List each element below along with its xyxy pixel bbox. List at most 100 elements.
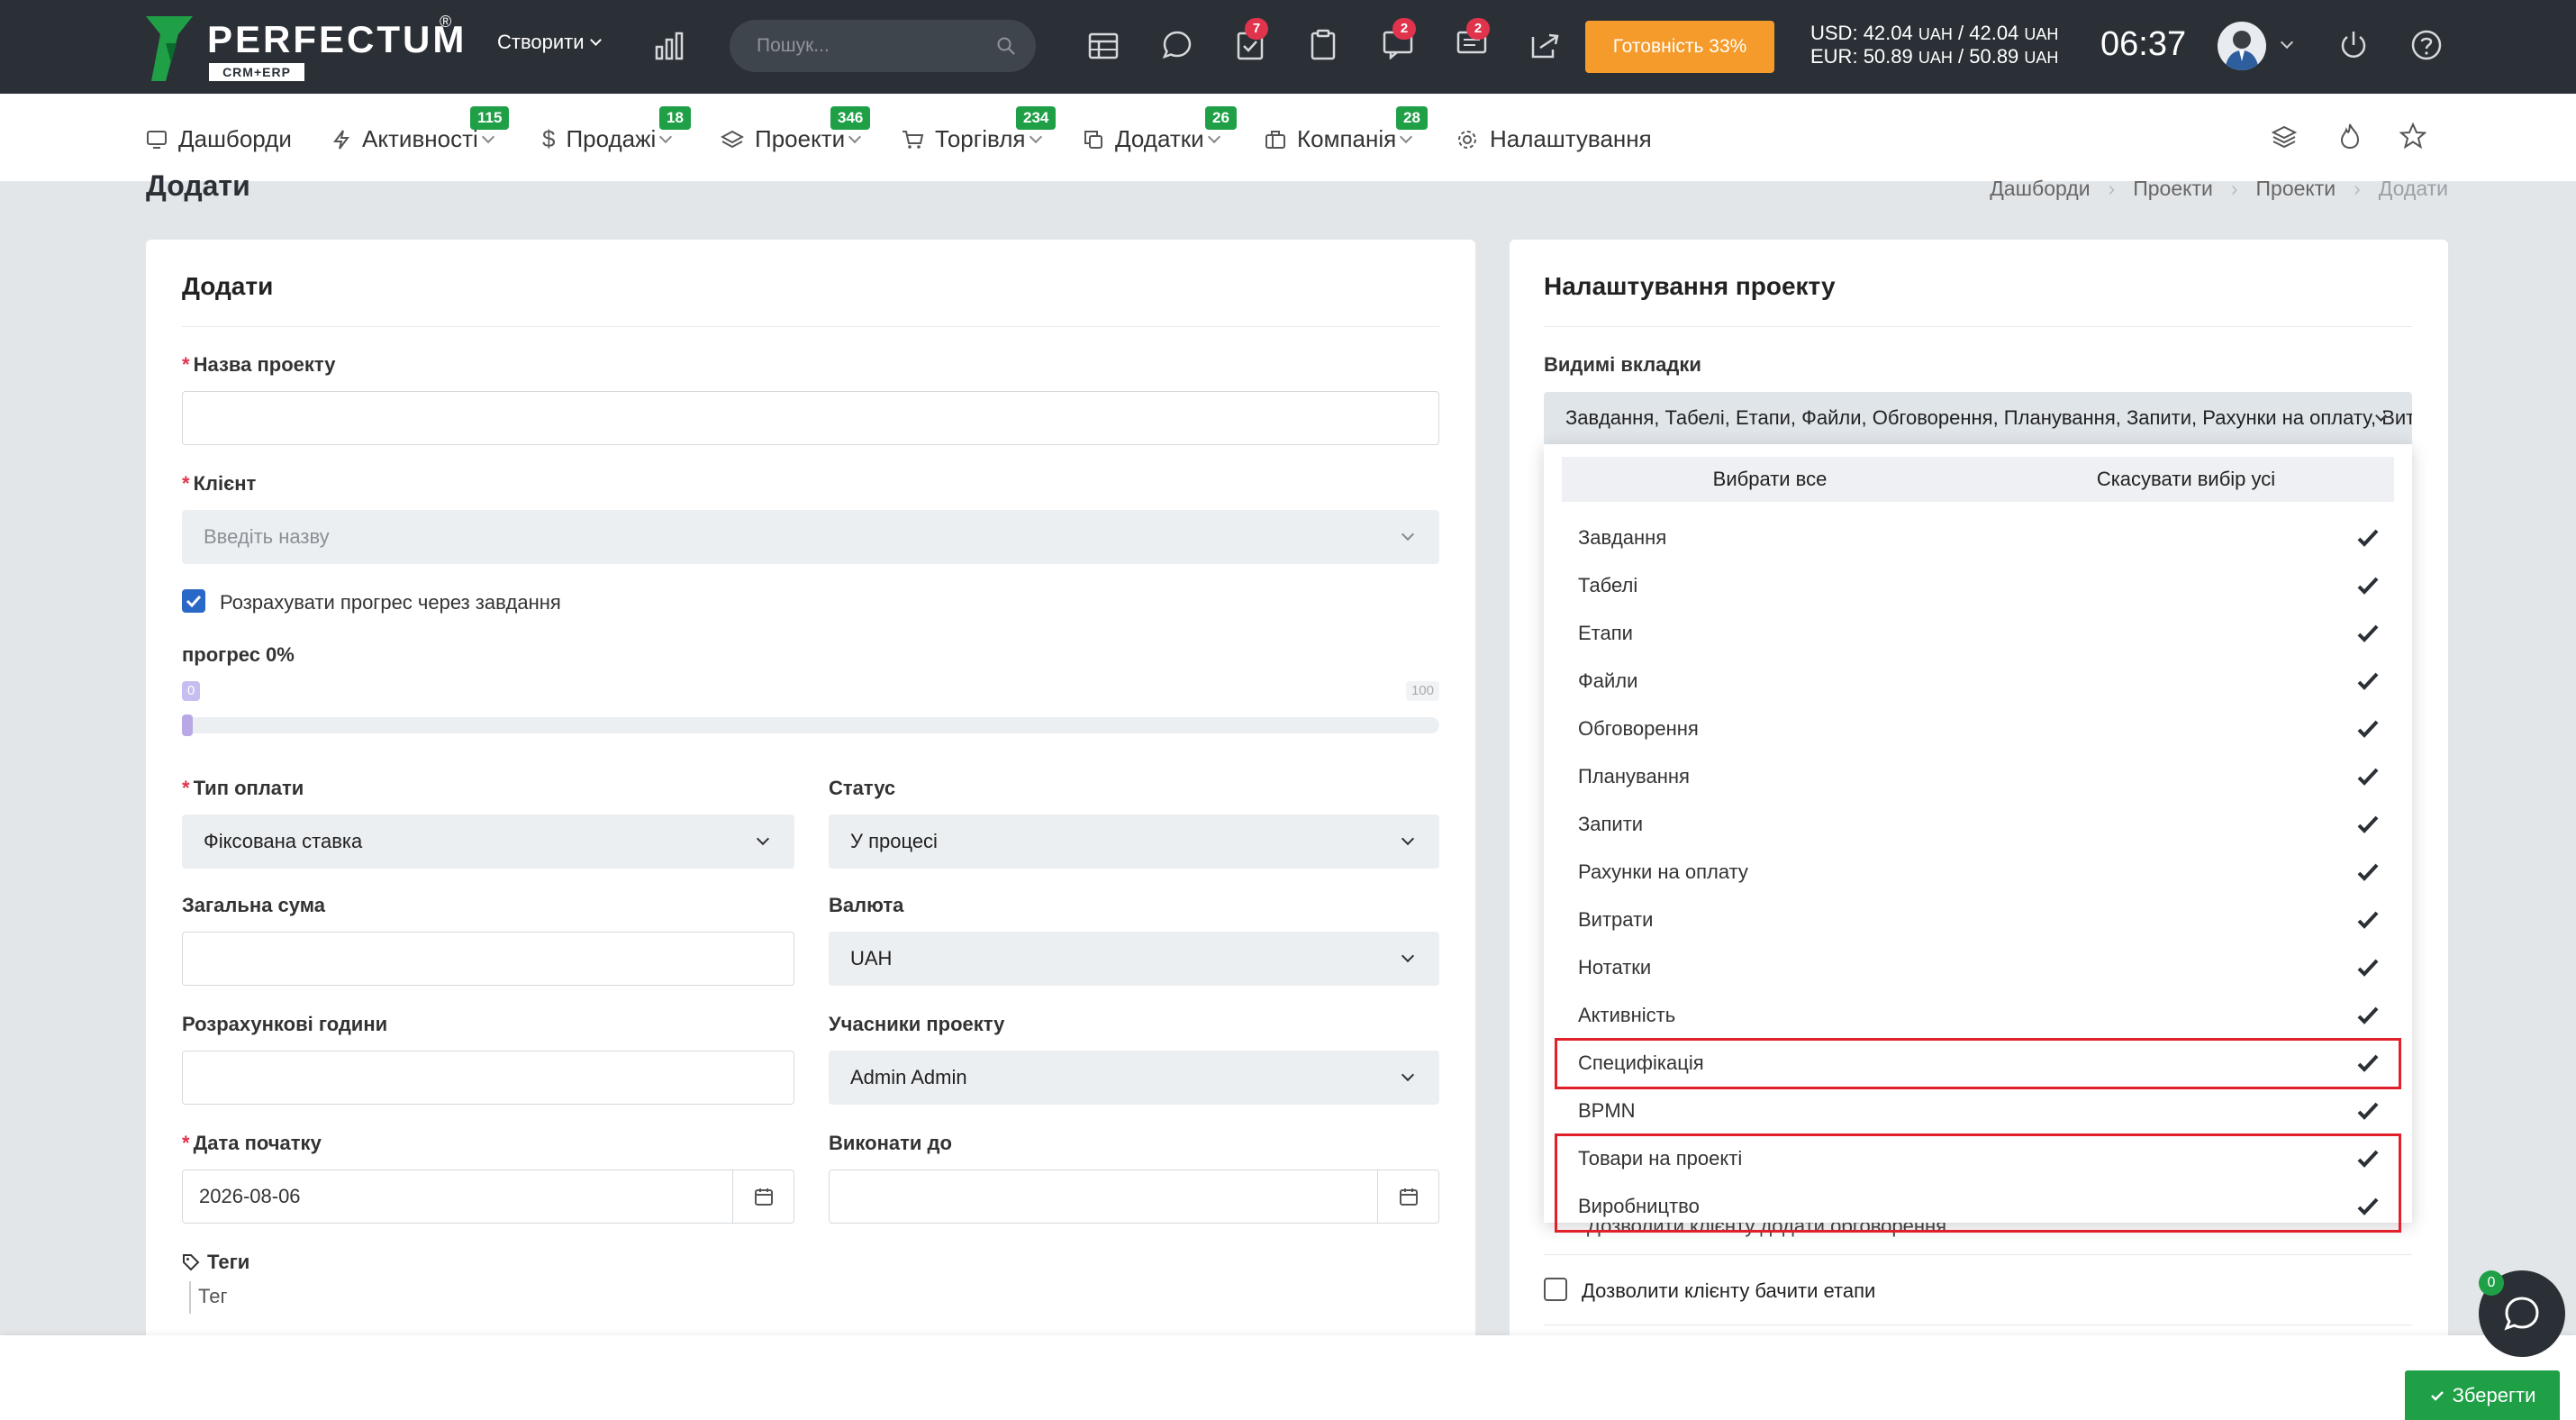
dropdown-option-label: Завдання <box>1578 526 1667 549</box>
tag-icon <box>183 1254 200 1271</box>
allow-milestones-checkbox[interactable] <box>1544 1278 1567 1301</box>
dropdown-actions: Вибрати все Скасувати вибір усі <box>1562 457 2394 502</box>
project-name-input[interactable] <box>182 391 1439 445</box>
dropdown-option[interactable]: Обговорення <box>1578 705 2380 752</box>
deselect-all-button[interactable]: Скасувати вибір усі <box>1978 457 2394 502</box>
chevron-down-icon <box>481 130 494 143</box>
checkmark-icon <box>2357 672 2379 690</box>
visible-tabs-select[interactable]: Завдання, Табелі, Етапи, Файли, Обговоре… <box>1544 392 2412 444</box>
layers-shortcut-icon[interactable] <box>2272 124 2297 150</box>
copy-icon <box>1084 130 1102 149</box>
user-menu-chevron-icon[interactable] <box>2280 35 2294 50</box>
exchange-rate-eur: EUR: 50.89 UAH / 50.89 UAH <box>1810 45 2059 68</box>
calendar-grid-icon[interactable] <box>1088 32 1119 60</box>
breadcrumb-item[interactable]: Проекти <box>2256 177 2336 201</box>
star-icon[interactable] <box>2399 123 2426 150</box>
currency-select[interactable]: UAH <box>829 932 1439 986</box>
nav-item-activities[interactable]: Активності <box>331 125 494 153</box>
chat-bubble-icon[interactable] <box>1162 30 1193 60</box>
dropdown-option[interactable]: BPMN <box>1578 1088 2380 1134</box>
power-icon[interactable] <box>2338 29 2369 61</box>
checkmark-icon <box>2357 577 2379 595</box>
logo-subtitle: CRM+ERP <box>209 63 304 81</box>
tasks-badge: 7 <box>1245 18 1268 40</box>
fire-icon[interactable] <box>2338 123 2362 150</box>
dropdown-option[interactable]: Витрати <box>1578 897 2380 943</box>
progress-slider[interactable] <box>182 717 1439 733</box>
chevron-down-icon <box>1400 130 1413 143</box>
select-all-button[interactable]: Вибрати все <box>1562 457 1978 502</box>
dropdown-option[interactable]: Активність <box>1578 992 2380 1039</box>
divider <box>182 326 1439 327</box>
create-button[interactable]: Створити <box>497 31 602 54</box>
project-name-label: * Назва проекту <box>182 353 336 376</box>
slider-max-tip: 100 <box>1405 681 1439 701</box>
dropdown-option-label: Обговорення <box>1578 717 1699 740</box>
dropdown-option-label: Активність <box>1578 1004 1676 1026</box>
members-select[interactable]: Admin Admin <box>829 1051 1439 1105</box>
dropdown-option[interactable]: Етапи <box>1578 610 2380 657</box>
total-amount-label: Загальна сума <box>182 894 325 916</box>
dropdown-option[interactable]: Файли <box>1578 658 2380 705</box>
total-amount-input[interactable] <box>182 932 794 986</box>
chevron-down-icon <box>1401 527 1415 542</box>
nav-item-sales[interactable]: $ Продажі <box>542 125 673 153</box>
readiness-button[interactable]: Готовність 33% <box>1585 21 1774 73</box>
messages-badge: 2 <box>1466 18 1490 40</box>
search-input[interactable] <box>757 32 973 59</box>
nav-item-addons[interactable]: Додатки <box>1083 125 1220 153</box>
avatar[interactable] <box>2218 22 2266 70</box>
search-icon[interactable] <box>996 36 1016 56</box>
nav-item-company[interactable]: Компанія <box>1265 125 1413 153</box>
breadcrumb-item[interactable]: Проекти <box>2133 177 2213 201</box>
nav-item-settings[interactable]: Налаштування <box>1456 125 1652 153</box>
briefcase-icon <box>1265 130 1285 149</box>
dropdown-option[interactable]: Завдання <box>1578 514 2380 561</box>
estimated-hours-input[interactable] <box>182 1051 794 1105</box>
help-icon[interactable] <box>2410 29 2443 61</box>
dropdown-option[interactable]: Рахунки на оплату <box>1578 849 2380 896</box>
chat-icon <box>2504 1297 2539 1331</box>
start-date-input[interactable]: 2026-08-06 <box>182 1170 794 1224</box>
progress-slider-handle[interactable] <box>182 715 193 736</box>
breadcrumb: Дашборди › Проекти › Проекти › Додати <box>1990 177 2448 201</box>
clipboard-icon[interactable] <box>1310 29 1337 61</box>
breadcrumb-current: Додати <box>2378 177 2448 200</box>
logo-text: PERFECTUM <box>207 18 467 60</box>
allow-milestones-label: Дозволити клієнту бачити етапи <box>1582 1279 1876 1302</box>
divider <box>1544 326 2412 327</box>
status-select[interactable]: У процесі <box>829 815 1439 869</box>
dropdown-option[interactable]: Планування <box>1578 753 2380 800</box>
billing-type-select[interactable]: Фіксована ставка <box>182 815 794 869</box>
dropdown-option-label: Запити <box>1578 813 1644 835</box>
dropdown-option-label: Файли <box>1578 669 1638 692</box>
dropdown-option[interactable]: Нотатки <box>1578 944 2380 991</box>
dropdown-option[interactable]: Табелі <box>1578 562 2380 609</box>
search-box[interactable] <box>730 20 1036 72</box>
tags-input[interactable]: Тег <box>198 1285 227 1308</box>
chevron-down-icon <box>1401 949 1415 963</box>
bar-chart-icon[interactable] <box>654 31 685 61</box>
checkmark-icon <box>2357 959 2379 977</box>
chat-badge: 0 <box>2479 1270 2504 1296</box>
checkmark-icon <box>2357 720 2379 738</box>
save-button[interactable]: Зберегти <box>2405 1370 2560 1420</box>
dropdown-option[interactable]: Запити <box>1578 801 2380 848</box>
chevron-right-icon: › <box>2108 177 2116 200</box>
client-select[interactable]: Введіть назву <box>182 510 1439 564</box>
divider <box>1544 1324 2412 1325</box>
dropdown-option-label: Нотатки <box>1578 956 1652 979</box>
calendar-icon[interactable] <box>1377 1170 1438 1223</box>
dropdown-option-label: Табелі <box>1578 574 1638 596</box>
share-out-icon[interactable] <box>1529 30 1562 60</box>
calc-progress-checkbox[interactable] <box>182 589 205 613</box>
deadline-input[interactable] <box>829 1170 1439 1224</box>
nav-item-dashboards[interactable]: Дашборди <box>146 125 292 153</box>
page-title: Додати <box>146 169 250 202</box>
breadcrumb-item[interactable]: Дашборди <box>1990 177 2090 201</box>
card-title: Налаштування проекту <box>1544 272 1836 300</box>
calendar-icon[interactable] <box>732 1170 794 1223</box>
dropdown-option-label: Рахунки на оплату <box>1578 860 1748 883</box>
status-label: Статус <box>829 777 896 799</box>
checkmark-icon <box>2357 863 2379 881</box>
